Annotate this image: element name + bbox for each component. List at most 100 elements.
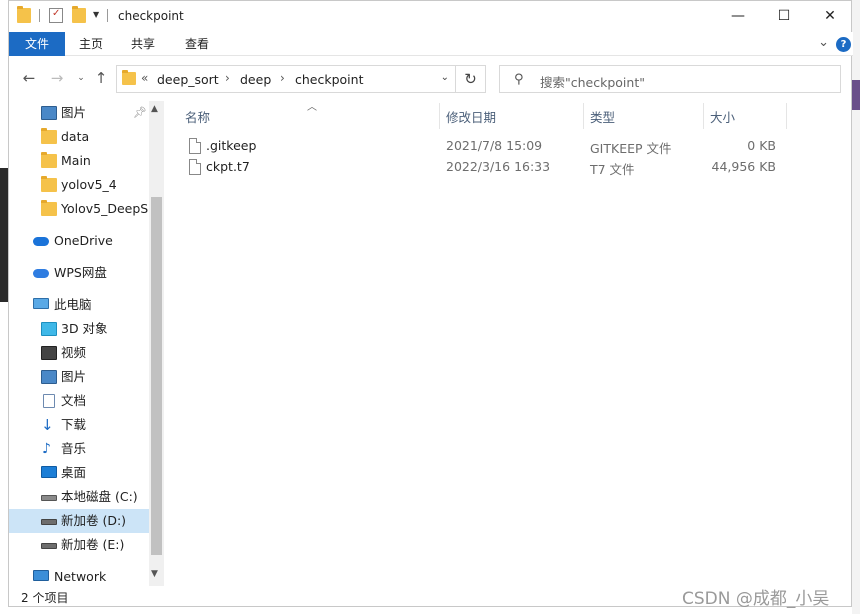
column-header-name[interactable]: 名称 [185,107,210,126]
nav-item-network[interactable]: Network [9,565,149,586]
tab-view[interactable]: 查看 [171,32,223,56]
nav-item-main[interactable]: Main [9,149,149,173]
folder-icon [122,70,136,85]
close-button[interactable]: ✕ [807,1,853,31]
nav-label: WPS网盘 [54,265,107,280]
customize-toolbar-icon[interactable]: ▼ [93,10,99,19]
nav-label: 桌面 [61,465,87,480]
folder-icon [41,200,57,216]
nav-label: 文档 [61,393,87,408]
address-bar[interactable]: « deep_sort › deep › checkpoint ⌄ [116,65,456,93]
search-placeholder: 搜索"checkpoint" [540,75,645,90]
scroll-up-icon[interactable]: ▲ [151,104,158,114]
nav-item-3d-objects[interactable]: 3D 对象 [9,317,149,341]
nav-item-documents[interactable]: 文档 [9,389,149,413]
minimize-button[interactable]: — [715,1,761,31]
music-icon: ♪ [42,441,51,457]
column-header-size[interactable]: 大小 [710,107,735,126]
tab-share[interactable]: 共享 [117,32,169,56]
3d-objects-icon [41,322,57,336]
breadcrumb-separator[interactable]: › [225,71,230,85]
nav-item-this-pc[interactable]: 此电脑 [9,293,149,317]
breadcrumb-overflow[interactable]: « [141,71,148,85]
nav-item-yolov5-deepsort[interactable]: Yolov5_DeepSort [9,197,149,221]
expand-ribbon-icon[interactable]: ⌄ [818,35,829,50]
column-header-modified[interactable]: 修改日期 [446,107,496,126]
file-modified: 2022/3/16 16:33 [446,159,551,174]
nav-item-data[interactable]: data [9,125,149,149]
window-title: checkpoint [118,9,184,23]
item-count: 2 个项目 [21,591,69,605]
nav-item-drive-e[interactable]: 新加卷 (E:) [9,533,149,557]
file-icon [189,138,201,154]
separator [107,9,108,22]
column-header-type[interactable]: 类型 [590,107,615,126]
background-terminal [0,168,8,302]
nav-label: 图片 [61,105,87,120]
file-list: ︿ 名称 修改日期 类型 大小 .gitkeep 2021/7/8 15:09 … [164,101,853,586]
nav-item-desktop[interactable]: 桌面 [9,461,149,485]
recent-locations-icon[interactable]: ⌄ [71,73,91,83]
column-separator[interactable] [583,103,584,129]
address-row: ← → ⌄ ↑ « deep_sort › deep › checkpoint … [9,57,853,101]
breadcrumb-checkpoint[interactable]: checkpoint [295,72,363,87]
maximize-button[interactable]: ☐ [761,1,807,31]
properties-icon[interactable]: ✓ [49,8,63,23]
nav-label: Main [61,153,91,168]
breadcrumb-deep-sort[interactable]: deep_sort [157,72,219,87]
new-folder-icon[interactable] [72,6,86,23]
file-name: ckpt.t7 [206,159,250,174]
nav-item-drive-d[interactable]: 新加卷 (D:) [9,509,149,533]
back-button[interactable]: ← [19,69,39,87]
file-row[interactable]: ckpt.t7 2022/3/16 16:33 T7 文件 44,956 KB [184,156,784,178]
nav-item-pictures-pinned[interactable]: 图片 📌︎ [9,101,149,125]
forward-button[interactable]: → [47,69,67,87]
nav-item-drive-c[interactable]: 本地磁盘 (C:) [9,485,149,509]
nav-item-onedrive[interactable]: OneDrive [9,229,149,253]
pictures-icon [41,370,57,384]
breadcrumb-separator[interactable]: › [280,71,285,85]
help-icon[interactable]: ? [836,37,851,52]
nav-item-yolov5-4[interactable]: yolov5_4 [9,173,149,197]
pictures-icon [41,106,57,120]
column-separator[interactable] [786,103,787,129]
nav-item-wps-cloud[interactable]: WPS网盘 [9,261,149,285]
drive-c-icon [41,495,57,501]
file-type: T7 文件 [590,162,635,177]
documents-icon [43,394,55,408]
breadcrumb-deep[interactable]: deep [240,72,271,87]
nav-label: 3D 对象 [61,321,108,336]
scrollbar-thumb[interactable] [151,197,162,555]
nav-label: 新加卷 (D:) [61,513,127,528]
up-button[interactable]: ↑ [91,69,111,87]
nav-item-music[interactable]: ♪ 音乐 [9,437,149,461]
folder-icon [41,152,57,168]
navigation-pane: 图片 📌︎ data Main yolov5_4 Yolov5_DeepSort… [9,101,164,586]
pin-icon: 📌︎ [133,106,147,119]
address-dropdown-icon[interactable]: ⌄ [441,72,449,83]
nav-label: 图片 [61,369,87,384]
video-icon [41,346,57,360]
nav-scrollbar[interactable]: ▲ ▼ [149,101,164,586]
nav-item-pictures[interactable]: 图片 [9,365,149,389]
search-input[interactable]: ⚲ 搜索"checkpoint" [499,65,841,93]
nav-label: Network [54,569,107,584]
tab-home[interactable]: 主页 [65,32,117,56]
file-type: GITKEEP 文件 [590,141,672,156]
folder-icon [17,6,31,23]
file-row[interactable]: .gitkeep 2021/7/8 15:09 GITKEEP 文件 0 KB [184,135,784,157]
nav-item-downloads[interactable]: ↓ 下载 [9,413,149,437]
column-separator[interactable] [703,103,704,129]
tab-file[interactable]: 文件 [9,32,65,56]
nav-item-videos[interactable]: 视频 [9,341,149,365]
pc-icon [33,298,49,309]
drive-icon [41,543,57,549]
nav-label: 新加卷 (E:) [61,537,125,552]
nav-label: 音乐 [61,441,87,456]
background-badge [852,80,860,110]
file-icon [189,159,201,175]
scroll-down-icon[interactable]: ▼ [151,569,158,579]
refresh-button[interactable]: ↻ [455,65,486,93]
column-separator[interactable] [439,103,440,129]
separator [39,9,40,22]
